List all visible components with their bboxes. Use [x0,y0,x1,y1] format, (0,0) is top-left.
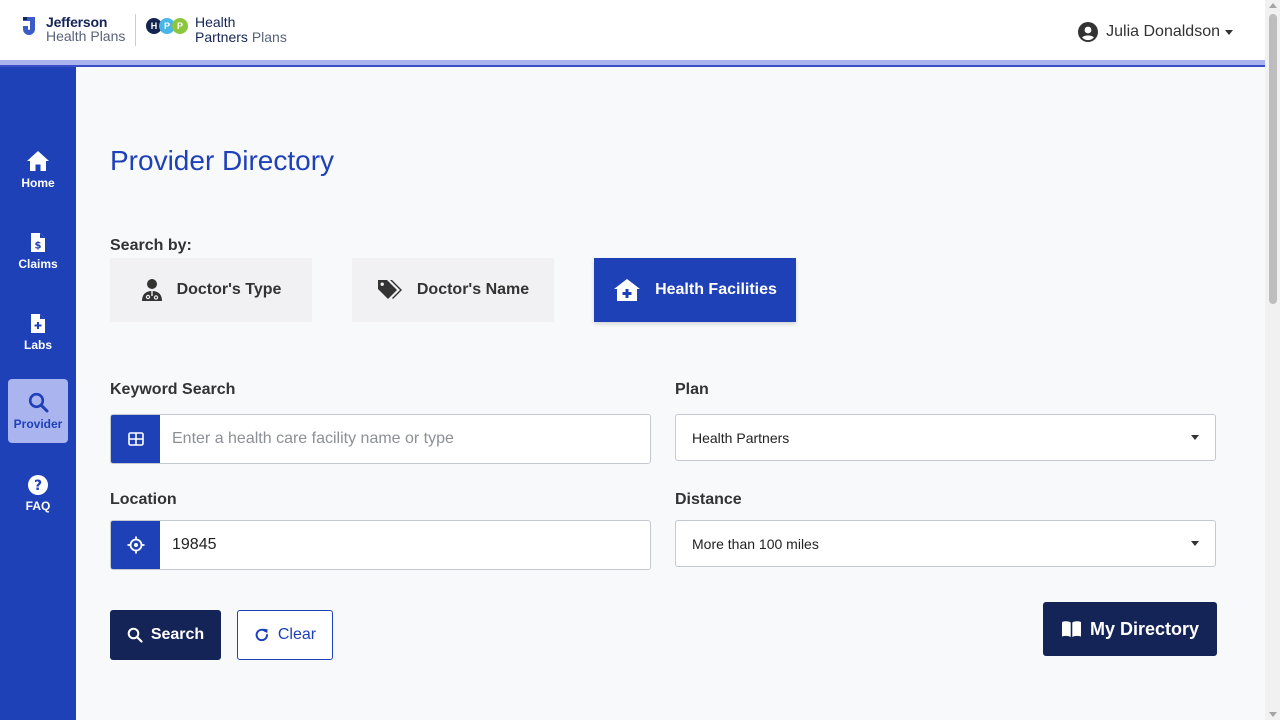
scroll-down-icon[interactable] [1269,712,1277,717]
scrollbar-thumb[interactable] [1269,14,1277,304]
book-open-icon [1061,620,1082,638]
keyword-search-input[interactable] [160,415,650,463]
chevron-down-icon [1225,29,1233,35]
clinic-icon [613,278,641,302]
my-directory-button[interactable]: My Directory [1043,602,1217,656]
user-avatar-icon [1078,22,1099,42]
logo-hpp-line1: Health [195,14,236,30]
svg-text:$: $ [35,240,42,251]
location-label: Location [110,491,177,508]
tab-label: Health Facilities [655,281,777,298]
hpp-logo-mark: H P P [146,18,188,34]
tab-health-facilities[interactable]: Health Facilities [594,258,796,322]
distance-label: Distance [675,491,742,508]
scroll-up-icon[interactable] [1269,3,1277,8]
sidebar-item-labs[interactable]: Labs [8,300,68,364]
tags-icon [377,279,403,301]
chevron-down-icon [1191,541,1199,546]
plan-label: Plan [675,381,709,398]
refresh-icon [254,627,270,643]
claims-icon: $ [31,232,45,252]
location-group [110,520,651,570]
chevron-down-icon [1191,435,1199,440]
search-button[interactable]: Search [110,610,221,660]
keyword-search-group [110,414,651,464]
sidebar-item-provider[interactable]: Provider [8,379,68,443]
page-scrollbar[interactable] [1265,0,1280,720]
crosshair-icon [111,521,160,569]
sidebar-item-label: Labs [23,337,52,352]
search-button-label: Search [150,626,205,643]
labs-icon [31,313,45,333]
sidebar-item-claims[interactable]: $ Claims [8,219,68,283]
grid-icon [111,415,160,463]
header-accent-stripe [0,60,1265,67]
top-header: Jefferson Health Plans H P P Health Part… [0,0,1265,60]
keyword-search-label: Keyword Search [110,381,236,398]
sidebar-item-label: Provider [13,416,63,431]
sidebar: Home $ Claims Labs Provider ? FAQ [0,67,76,720]
clear-button[interactable]: Clear [237,610,333,660]
plan-select[interactable]: Health Partners [675,414,1216,461]
search-icon [28,392,48,412]
tab-label: Doctor's Type [176,281,282,298]
distance-select[interactable]: More than 100 miles [675,520,1216,567]
logo-hpp-line2b: Plans [251,29,287,45]
doctor-icon [141,278,163,302]
sidebar-item-home[interactable]: Home [8,138,68,202]
question-icon: ? [28,475,48,495]
logo-hpp-line2a: Partners [195,29,248,45]
tab-doctors-type[interactable]: Doctor's Type [110,258,312,322]
svg-text:?: ? [34,478,42,494]
home-icon [27,151,49,171]
page-title: Provider Directory [110,145,335,176]
distance-select-value: More than 100 miles [692,535,819,552]
sidebar-item-label: FAQ [25,499,51,513]
logo-divider [135,14,136,46]
sidebar-item-faq[interactable]: ? FAQ [8,462,68,526]
logo-jefferson-line1: Jefferson [46,14,108,30]
tab-label: Doctor's Name [416,281,530,298]
logo-jefferson-line2: Health Plans [46,28,126,44]
jefferson-logo[interactable]: Jefferson Health Plans [21,15,125,43]
search-icon [127,627,143,643]
plan-select-value: Health Partners [692,429,790,446]
my-directory-button-label: My Directory [1089,618,1200,639]
clear-button-label: Clear [277,626,317,643]
jefferson-logo-mark-icon [23,17,35,35]
user-menu[interactable]: Julia Donaldson [1078,22,1233,42]
hpp-dot-p2: P [172,18,188,34]
tab-doctors-name[interactable]: Doctor's Name [352,258,554,322]
health-partners-logo[interactable]: H P P Health Partners Plans [146,15,287,45]
sidebar-item-label: Claims [18,256,58,271]
user-name: Julia Donaldson [1106,23,1220,40]
sidebar-item-label: Home [21,176,55,190]
search-by-label: Search by: [110,237,192,254]
location-input[interactable] [160,521,650,569]
